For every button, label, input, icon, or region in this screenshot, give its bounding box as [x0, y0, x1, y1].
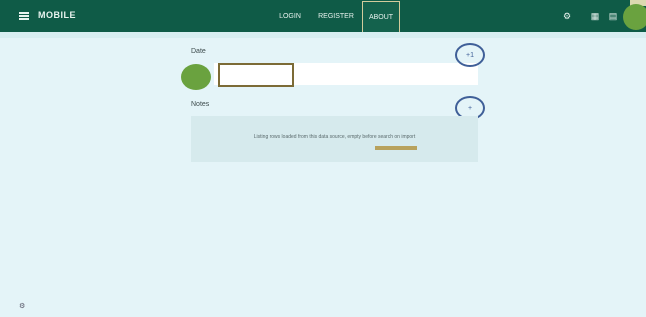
footer-icon[interactable]: ⚙: [19, 303, 27, 311]
field-label-date: Date: [191, 48, 206, 55]
notes-card: Listing rows loaded from this data sourc…: [191, 116, 478, 162]
settings-icon[interactable]: ⚙: [562, 11, 572, 21]
nav-tab-register[interactable]: REGISTER: [316, 0, 356, 32]
add-date-button[interactable]: +1: [455, 43, 485, 67]
app-title: MOBILE: [38, 10, 76, 20]
nav-tab-login[interactable]: LOGIN: [276, 0, 304, 32]
header-strip: [0, 32, 646, 38]
notes-action-button[interactable]: [375, 146, 417, 150]
document-icon[interactable]: ▤: [608, 11, 618, 21]
grid-icon[interactable]: ▦: [590, 11, 600, 21]
field-avatar[interactable]: [181, 64, 211, 90]
top-bar: MOBILE LOGIN REGISTER ABOUT ⚙ ▦ ▤: [0, 0, 646, 34]
nav-tab-about[interactable]: ABOUT: [362, 1, 400, 34]
date-input[interactable]: [218, 63, 294, 87]
user-avatar[interactable]: [623, 4, 646, 30]
notes-empty-text: Listing rows loaded from this data sourc…: [253, 134, 416, 140]
field-label-notes: Notes: [191, 101, 210, 108]
menu-icon[interactable]: [19, 12, 29, 20]
